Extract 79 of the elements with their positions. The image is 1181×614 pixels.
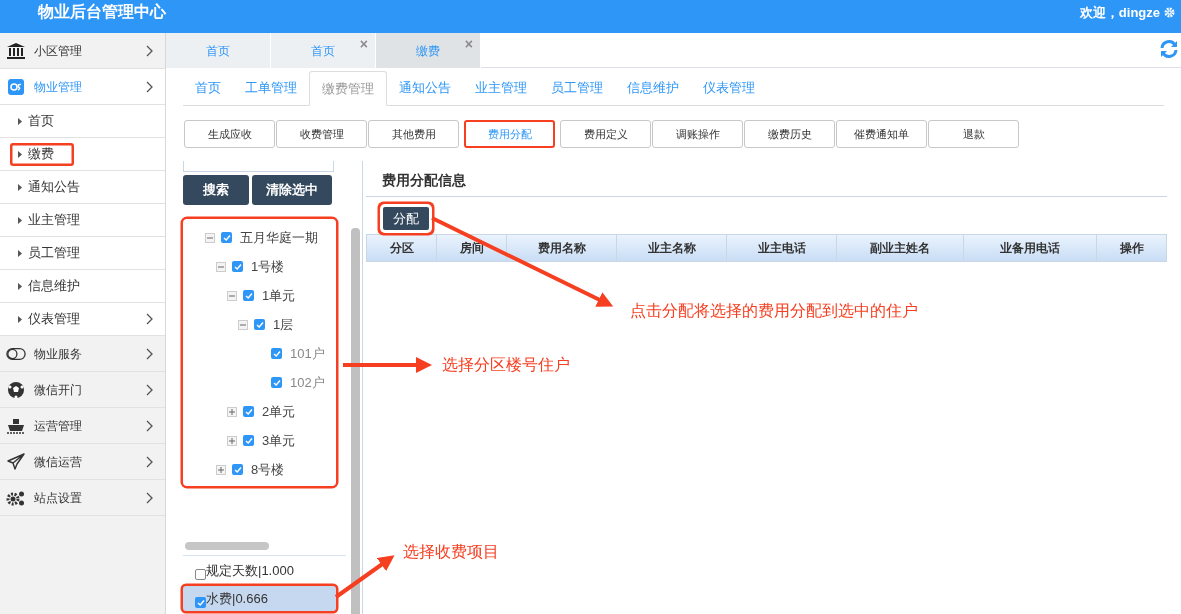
checkbox[interactable] xyxy=(243,290,254,301)
checkbox[interactable] xyxy=(243,435,254,446)
chevron-right-icon xyxy=(146,491,153,504)
action-button[interactable]: 其他费用 xyxy=(368,120,459,148)
tree-node-label[interactable]: 五月华庭一期 xyxy=(240,227,318,248)
chevron-right-icon xyxy=(146,80,153,93)
action-button[interactable]: 退款 xyxy=(928,120,1019,148)
tree-node-label[interactable]: 102户 xyxy=(290,372,325,393)
column-header: 业主电话 xyxy=(727,235,837,261)
expand-toggle[interactable] xyxy=(227,406,237,417)
caret-right-icon xyxy=(18,216,22,224)
checkbox[interactable] xyxy=(232,464,243,475)
soccer-ball-icon xyxy=(7,380,25,399)
column-header: 业备用电话 xyxy=(964,235,1097,261)
collapse-toggle[interactable] xyxy=(205,232,215,243)
annotation-text: 选择分区楼号住户 xyxy=(442,355,570,375)
checkbox[interactable] xyxy=(254,319,265,330)
action-button[interactable]: 调账操作 xyxy=(652,120,743,148)
caret-right-icon xyxy=(18,282,22,290)
tree-node-label[interactable]: 1单元 xyxy=(262,285,296,306)
settings-icon[interactable] xyxy=(1164,7,1175,18)
checkbox[interactable] xyxy=(271,348,282,359)
app-title: 物业后台管理中心 xyxy=(38,1,166,22)
caret-right-icon xyxy=(18,150,22,158)
tree-node-label[interactable]: 101户 xyxy=(290,343,325,364)
collapse-toggle[interactable] xyxy=(216,261,226,272)
tree-node-label[interactable]: 3单元 xyxy=(262,430,296,451)
checkbox[interactable] xyxy=(271,377,282,388)
annotation-text: 点击分配将选择的费用分配到选中的住户 xyxy=(630,301,918,321)
vertical-scrollbar[interactable] xyxy=(350,228,360,614)
checkbox[interactable] xyxy=(221,232,232,243)
tree-node-label[interactable]: 8号楼 xyxy=(251,459,285,480)
refresh-icon[interactable] xyxy=(1159,39,1179,59)
expand-toggle[interactable] xyxy=(216,464,226,475)
column-header: 费用名称 xyxy=(507,235,617,261)
tree-node-label[interactable]: 1层 xyxy=(273,314,294,335)
checkbox[interactable] xyxy=(195,569,206,580)
chevron-right-icon xyxy=(146,419,153,432)
caret-right-icon xyxy=(18,117,22,125)
panel-title: 费用分配信息 xyxy=(366,161,1167,197)
caret-right-icon xyxy=(18,249,22,257)
collapse-toggle[interactable] xyxy=(238,319,248,330)
toggle-icon xyxy=(6,346,26,361)
annotation-text: 选择收费项目 xyxy=(403,542,499,562)
expand-toggle[interactable] xyxy=(227,435,237,446)
column-header: 副业主姓名 xyxy=(837,235,964,261)
fee-item[interactable]: 规定天数|1.000 xyxy=(183,558,336,583)
chevron-right-icon xyxy=(146,44,153,57)
action-button[interactable]: 催费通知单 xyxy=(836,120,927,148)
chevron-right-icon xyxy=(146,383,153,396)
app-logo-icon xyxy=(8,78,24,95)
chevron-right-icon xyxy=(146,347,153,360)
tree-node-label[interactable]: 2单元 xyxy=(262,401,296,422)
checkbox[interactable] xyxy=(195,597,206,608)
tree-node-label[interactable]: 1号楼 xyxy=(251,256,285,277)
column-header: 业主名称 xyxy=(617,235,727,261)
ship-icon xyxy=(6,416,26,435)
checkbox[interactable] xyxy=(243,406,254,417)
checkbox[interactable] xyxy=(232,261,243,272)
search-button[interactable]: 搜索 xyxy=(183,175,249,205)
horizontal-scrollbar[interactable] xyxy=(185,542,269,550)
caret-right-icon xyxy=(18,315,22,323)
column-header: 分区 xyxy=(367,235,437,261)
arrow xyxy=(334,555,395,599)
action-button[interactable]: 费用定义 xyxy=(560,120,651,148)
fee-item[interactable]: 水费|0.666 xyxy=(183,586,336,611)
action-button[interactable]: 缴费历史 xyxy=(744,120,835,148)
search-field[interactable] xyxy=(183,161,334,172)
action-button[interactable]: 生成应收 xyxy=(184,120,275,148)
column-header: 操作 xyxy=(1118,240,1145,257)
collapse-toggle[interactable] xyxy=(227,290,237,301)
caret-right-icon xyxy=(18,183,22,191)
welcome-text: 欢迎，dingze xyxy=(1079,3,1160,22)
clear-selection-button[interactable]: 清除选中 xyxy=(252,175,332,205)
paper-plane-icon xyxy=(7,452,25,471)
action-button[interactable]: 收费管理 xyxy=(276,120,367,148)
chevron-right-icon xyxy=(146,455,153,468)
column-header: 房间 xyxy=(437,235,507,261)
bank-icon xyxy=(6,41,26,60)
